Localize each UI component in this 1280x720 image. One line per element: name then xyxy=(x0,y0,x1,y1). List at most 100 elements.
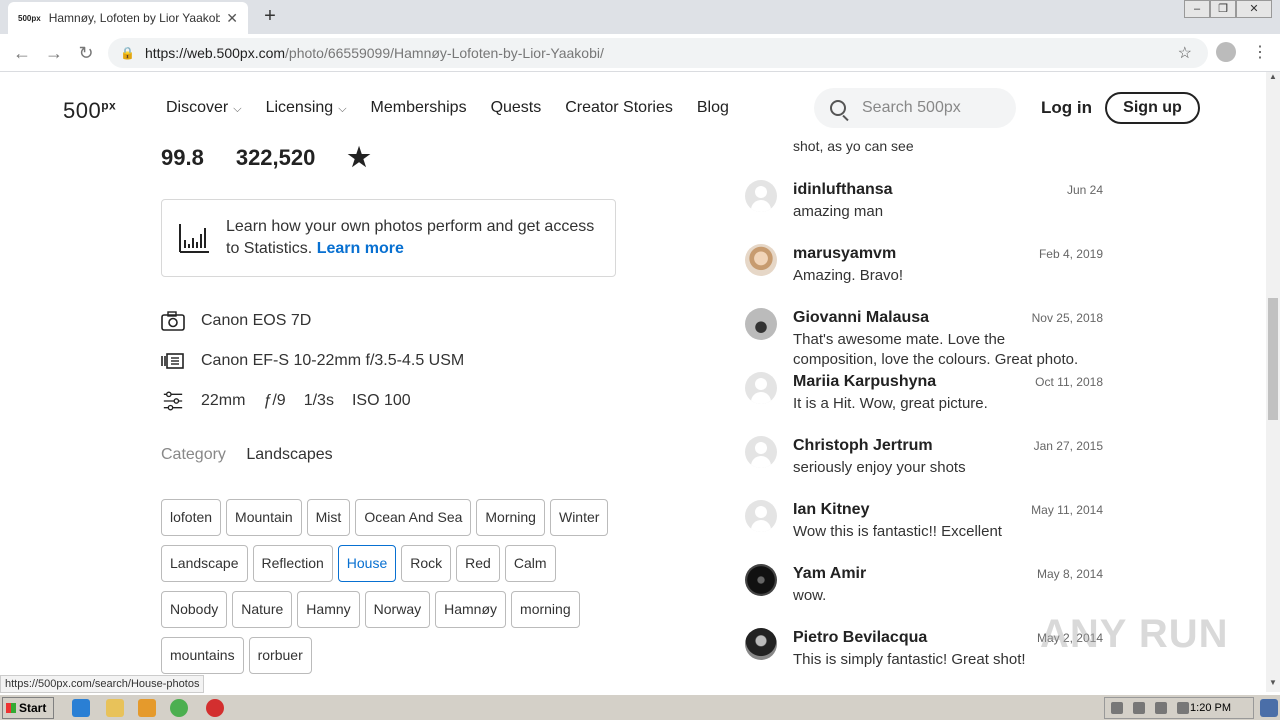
scroll-down-icon[interactable]: ▼ xyxy=(1266,678,1280,692)
learn-more-link[interactable]: Learn more xyxy=(317,240,404,257)
main-nav: Discover ⌵ Licensing ⌵ Memberships Quests … xyxy=(166,99,729,117)
comment-author[interactable]: Yam Amir xyxy=(793,565,866,583)
tab-close-icon[interactable]: ✕ xyxy=(226,10,238,27)
start-button[interactable]: Start xyxy=(2,697,54,719)
login-link[interactable]: Log in xyxy=(1041,98,1092,118)
nav-licensing[interactable]: Licensing ⌵ xyxy=(266,99,347,117)
search-box[interactable]: Search 500px xyxy=(814,88,1016,128)
avatar[interactable] xyxy=(745,500,777,532)
tag-chip[interactable]: Ocean And Sea xyxy=(355,499,472,536)
tag-chip[interactable]: Calm xyxy=(504,545,556,582)
show-desktop-icon[interactable] xyxy=(1260,699,1278,717)
tag-chip[interactable]: Hamnøy xyxy=(435,591,507,628)
tag-chip[interactable]: Reflection xyxy=(252,545,333,582)
window-close-button[interactable]: ✕ xyxy=(1236,0,1272,18)
volume-icon[interactable] xyxy=(1155,702,1167,714)
search-input[interactable]: Search 500px xyxy=(862,99,961,117)
forward-button[interactable]: → xyxy=(42,41,66,65)
nav-creator-stories[interactable]: Creator Stories xyxy=(565,99,673,117)
system-tray: 1:20 PM xyxy=(1104,697,1254,719)
avatar[interactable] xyxy=(745,372,777,404)
new-tab-button[interactable]: + xyxy=(258,4,282,28)
windows-taskbar: Start 1:20 PM xyxy=(0,694,1280,720)
media-player-icon[interactable] xyxy=(138,699,156,717)
tag-chip[interactable]: lofoten xyxy=(161,499,222,536)
comment-text: That's awesome mate. Love the compositio… xyxy=(793,331,1079,368)
antivirus-icon[interactable] xyxy=(206,699,224,717)
tag-chip[interactable]: Landscape xyxy=(161,545,248,582)
avatar[interactable] xyxy=(745,180,777,212)
tag-chip[interactable]: Nature xyxy=(232,591,293,628)
avatar[interactable] xyxy=(745,628,777,660)
500px-logo[interactable]: 500px xyxy=(63,98,116,124)
nav-licensing-label: Licensing xyxy=(265,99,334,116)
scrollbar-thumb[interactable] xyxy=(1268,298,1278,420)
comment-date: Jun 24 xyxy=(1066,183,1103,197)
bookmark-star-icon[interactable]: ☆ xyxy=(1178,43,1192,63)
chrome-icon[interactable] xyxy=(170,699,188,717)
avatar[interactable] xyxy=(745,244,777,276)
minimize-button[interactable]: – xyxy=(1184,0,1210,18)
avatar[interactable] xyxy=(745,436,777,468)
comment-text: It is a Hit. Wow, great picture. xyxy=(793,395,988,412)
tag-chip[interactable]: morning xyxy=(511,591,580,628)
comment-author[interactable]: Christoph Jertrum xyxy=(793,437,933,455)
comment-date: Nov 25, 2018 xyxy=(1031,311,1103,325)
iso: ISO 100 xyxy=(351,392,411,409)
tag-chip[interactable]: Rock xyxy=(401,545,452,582)
tag-chip[interactable]: Winter xyxy=(549,499,609,536)
comment-author[interactable]: Ian Kitney xyxy=(793,501,869,519)
nav-memberships[interactable]: Memberships xyxy=(371,99,467,117)
comment-author[interactable]: marusyamvm xyxy=(793,245,896,263)
anyrun-watermark: ANY RUN xyxy=(1040,612,1229,656)
url-host: https://web.500px.com xyxy=(144,45,286,61)
comment-author[interactable]: Giovanni Malausa xyxy=(793,309,929,327)
tag-chip[interactable]: Nobody xyxy=(161,591,228,628)
tray-arrow-icon[interactable] xyxy=(1111,702,1123,714)
category-value[interactable]: Landscapes xyxy=(246,446,332,463)
network-icon[interactable] xyxy=(1133,702,1145,714)
ie-icon[interactable] xyxy=(72,699,90,717)
category-row: Category Landscapes xyxy=(161,446,333,464)
browser-tab[interactable]: 500px Hamnøy, Lofoten by Lior Yaakobi / … xyxy=(8,2,248,34)
url-bar[interactable]: 🔒 https://web.500px.com/photo/66559099/H… xyxy=(108,38,1208,68)
tag-chip[interactable]: Morning xyxy=(476,499,545,536)
lens-model[interactable]: Canon EF-S 10-22mm f/3.5-4.5 USM xyxy=(201,352,464,370)
comment-date: May 11, 2014 xyxy=(1031,503,1103,517)
status-url: https://500px.com/search/House-photos xyxy=(0,675,205,693)
scroll-up-icon[interactable]: ▲ xyxy=(1266,72,1280,86)
nav-blog[interactable]: Blog xyxy=(697,99,729,117)
chevron-down-icon: ⌵ xyxy=(338,103,347,115)
nav-quests[interactable]: Quests xyxy=(491,99,542,117)
comment-author[interactable]: Mariia Karpushyna xyxy=(793,373,936,391)
view-count: 322,520 xyxy=(235,144,316,170)
explorer-icon[interactable] xyxy=(106,699,124,717)
tag-chip[interactable]: Norway xyxy=(364,591,431,628)
comment-text: seriously enjoy your shots xyxy=(793,459,966,476)
comment-author[interactable]: idinlufthansa xyxy=(793,181,893,199)
avatar[interactable] xyxy=(745,308,777,340)
camera-model[interactable]: Canon EOS 7D xyxy=(201,312,311,330)
profile-avatar-icon[interactable] xyxy=(1216,42,1236,62)
tag-chip[interactable]: House xyxy=(337,545,397,582)
nav-discover-label: Discover xyxy=(166,99,229,116)
reload-button[interactable]: ↻ xyxy=(74,41,98,65)
tag-chip[interactable]: Mist xyxy=(306,499,351,536)
nav-discover[interactable]: Discover ⌵ xyxy=(166,99,242,117)
signup-button[interactable]: Sign up xyxy=(1105,92,1200,124)
comment-author[interactable]: Pietro Bevilacqua xyxy=(793,629,927,647)
restore-button[interactable]: ❐ xyxy=(1210,0,1236,18)
tag-chip[interactable]: rorbuer xyxy=(248,637,312,674)
settings-sliders-icon xyxy=(163,391,183,411)
favorite-star-icon[interactable]: ★ xyxy=(347,142,370,173)
flag-icon[interactable] xyxy=(1177,702,1189,714)
avatar[interactable] xyxy=(745,564,777,596)
back-button[interactable]: ← xyxy=(10,41,34,65)
category-label: Category xyxy=(161,446,226,463)
site-favicon-icon: 500px xyxy=(18,13,41,23)
browser-menu-icon[interactable]: ⋮ xyxy=(1252,42,1268,62)
tag-chip[interactable]: Red xyxy=(456,545,500,582)
tag-chip[interactable]: mountains xyxy=(161,637,244,674)
tag-chip[interactable]: Mountain xyxy=(226,499,302,536)
tag-chip[interactable]: Hamny xyxy=(297,591,360,628)
